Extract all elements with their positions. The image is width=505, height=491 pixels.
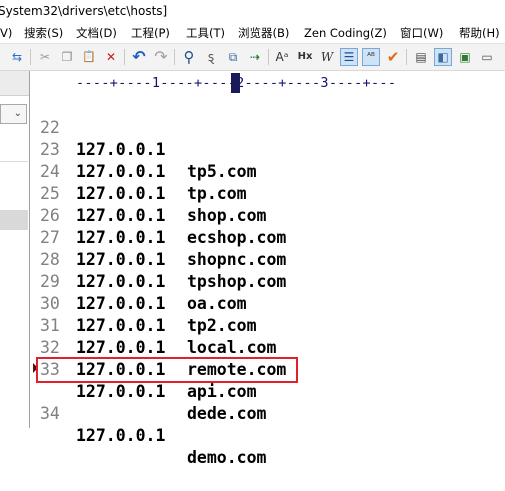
view-icon[interactable]: ▤ xyxy=(412,48,430,66)
hex-icon[interactable]: Hx xyxy=(296,48,314,66)
menu-browser[interactable]: 浏览器(B) xyxy=(238,23,289,43)
delete-icon[interactable]: ✕ xyxy=(102,48,120,66)
replace-icon[interactable]: ȿ xyxy=(202,48,220,66)
word-wrap-icon[interactable]: W xyxy=(318,48,336,66)
left-panel-header xyxy=(0,71,29,96)
window-icon[interactable]: ▭ xyxy=(478,48,496,66)
toolbar-separator xyxy=(30,49,31,65)
toolbar: ⇆ ✂ ❐ 📋 ✕ ↶ ↷ ⚲ ȿ ⧉ ⇢ Aᵃ Hx W ☰ ᴬᴮ ✔ ▤ ◧… xyxy=(0,43,505,71)
menu-document[interactable]: 文档(D) xyxy=(76,23,117,43)
undo-icon[interactable]: ↶ xyxy=(130,48,148,66)
hostname: dede.com xyxy=(187,404,267,423)
editor-line[interactable]: 24 127.0.0.1 shop.com xyxy=(30,139,500,225)
editor-line[interactable]: 28 127.0.0.1 oa.com xyxy=(30,227,500,313)
left-panel-selected-item[interactable] xyxy=(0,210,28,230)
toolbar-separator xyxy=(268,49,269,65)
editor-line[interactable]: 25 127.0.0.1 ecshop.com xyxy=(30,161,500,247)
menu-tools[interactable]: 工具(T) xyxy=(186,23,225,43)
menu-help[interactable]: 帮助(H) xyxy=(459,23,500,43)
ip-address: 127.0.0.1 xyxy=(76,382,166,401)
ip-address: 127.0.0.1 xyxy=(76,426,166,445)
left-panel-divider xyxy=(0,161,28,162)
window-title-bar: System32\drivers\etc\hosts] xyxy=(0,0,505,23)
editor-line[interactable]: 26 127.0.0.1 shopnc.com xyxy=(30,183,500,269)
check-icon[interactable]: ✔ xyxy=(384,48,402,66)
font-size-icon[interactable]: Aᵃ xyxy=(273,48,291,66)
column-ruler: ----+----1----+----2----+----3----+--- xyxy=(76,71,505,95)
hostname: api.com xyxy=(187,382,257,401)
editor-line[interactable]: 23 127.0.0.1 tp.com xyxy=(30,117,500,203)
highlight-annotation-box xyxy=(36,357,298,383)
find-in-files-icon[interactable]: ⧉ xyxy=(224,48,242,66)
line-number: 34 xyxy=(40,404,60,423)
paste-icon[interactable]: 📋 xyxy=(80,48,98,66)
jump-icon[interactable]: ⇢ xyxy=(246,48,264,66)
editor-line[interactable]: 29 127.0.0.1 tp2.com xyxy=(30,249,500,335)
editor-line[interactable]: 27 127.0.0.1 tpshop.com xyxy=(30,205,500,291)
line-numbers-icon[interactable]: ☰ xyxy=(340,48,358,66)
toolbar-separator xyxy=(406,49,407,65)
editor-line[interactable]: 31 127.0.0.1 remote.com xyxy=(30,293,500,379)
split-view-icon[interactable]: ◧ xyxy=(434,48,452,66)
left-panel: ⌄ xyxy=(0,71,30,428)
menu-project[interactable]: 工程(P) xyxy=(131,23,170,43)
menu-window[interactable]: 窗口(W) xyxy=(400,23,443,43)
toolbar-separator xyxy=(174,49,175,65)
chevron-down-icon: ⌄ xyxy=(13,108,22,119)
cut-icon[interactable]: ✂ xyxy=(36,48,54,66)
editor-line[interactable]: 30 127.0.0.1 local.com xyxy=(30,271,500,357)
find-icon[interactable]: ⚲ xyxy=(180,48,198,66)
hostname: demo.com xyxy=(187,448,267,467)
menu-zen-coding[interactable]: Zen Coding(Z) xyxy=(304,23,387,43)
copy-icon[interactable]: ❐ xyxy=(58,48,76,66)
left-panel-dropdown[interactable]: ⌄ xyxy=(0,104,27,124)
redo-icon[interactable]: ↷ xyxy=(152,48,170,66)
editor-line[interactable]: 33 127.0.0.1 dede.com xyxy=(30,337,500,423)
ruler-cursor-marker xyxy=(231,73,240,93)
editor-line[interactable]: 32 127.0.0.1 api.com xyxy=(30,315,500,401)
window-title: System32\drivers\etc\hosts] xyxy=(0,4,168,18)
browser-icon[interactable]: ▣ xyxy=(456,48,474,66)
menu-bar: V) 搜索(S) 文档(D) 工程(P) 工具(T) 浏览器(B) Zen Co… xyxy=(0,23,505,43)
editor-line[interactable]: 22 127.0.0.1 tp5.com xyxy=(30,95,500,181)
toolbar-separator xyxy=(124,49,125,65)
indent-icon[interactable]: ⇆ xyxy=(8,48,26,66)
menu-view[interactable]: V) xyxy=(0,23,12,43)
spell-check-icon[interactable]: ᴬᴮ xyxy=(362,48,380,66)
menu-search[interactable]: 搜索(S) xyxy=(24,23,63,43)
